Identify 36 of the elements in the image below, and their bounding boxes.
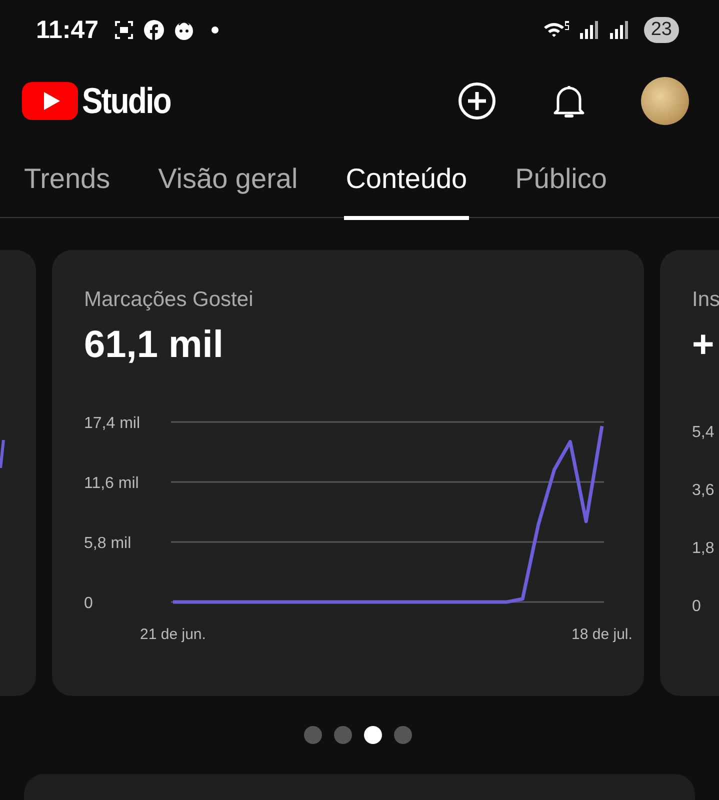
signal-icon: [578, 19, 600, 41]
screenshot-icon: [112, 19, 135, 41]
axis-label: 0: [84, 595, 93, 612]
page-indicator-dot[interactable]: [394, 726, 412, 744]
axis-label: 1,8: [692, 540, 716, 558]
tab[interactable]: Trends: [22, 162, 112, 220]
axis-label: 11,6 mil: [84, 475, 139, 492]
axis-label: 21 de jun.: [140, 626, 206, 643]
tab[interactable]: Público: [513, 162, 609, 220]
plus-icon: [457, 81, 497, 121]
notification-dot-icon: [210, 26, 219, 34]
page-indicator-dot[interactable]: [334, 726, 352, 744]
axis-label: 3,6: [692, 482, 716, 500]
axis-label: 18 de jul.: [572, 626, 632, 643]
metric-value: +: [692, 324, 716, 367]
play-logo-icon: [22, 80, 78, 122]
app-title: Studio: [82, 80, 171, 122]
tab[interactable]: Visão geral: [156, 162, 300, 220]
metric-value: 61,1 mil: [84, 324, 224, 367]
face-icon: [172, 19, 195, 41]
axis-label: 5,4: [692, 424, 716, 442]
facebook-icon: [142, 19, 165, 41]
line-chart-fragment: [0, 438, 5, 470]
axis-label: 0: [692, 598, 702, 616]
axis-label: 5,8 mil: [84, 535, 132, 552]
axis-label: 17,4 mil: [84, 415, 140, 432]
signal-icon: [608, 19, 630, 41]
page-indicator-dot[interactable]: [304, 726, 322, 744]
metric-title: Marcações Gostei: [84, 288, 254, 312]
battery-level: 23: [644, 17, 679, 43]
tab[interactable]: Conteúdo: [344, 162, 470, 220]
page-indicator-dot[interactable]: [364, 726, 382, 744]
clock-time: 11:47: [36, 16, 99, 44]
metric-title: Ins: [692, 288, 719, 312]
avatar[interactable]: [641, 77, 689, 125]
create-button[interactable]: [457, 81, 497, 121]
